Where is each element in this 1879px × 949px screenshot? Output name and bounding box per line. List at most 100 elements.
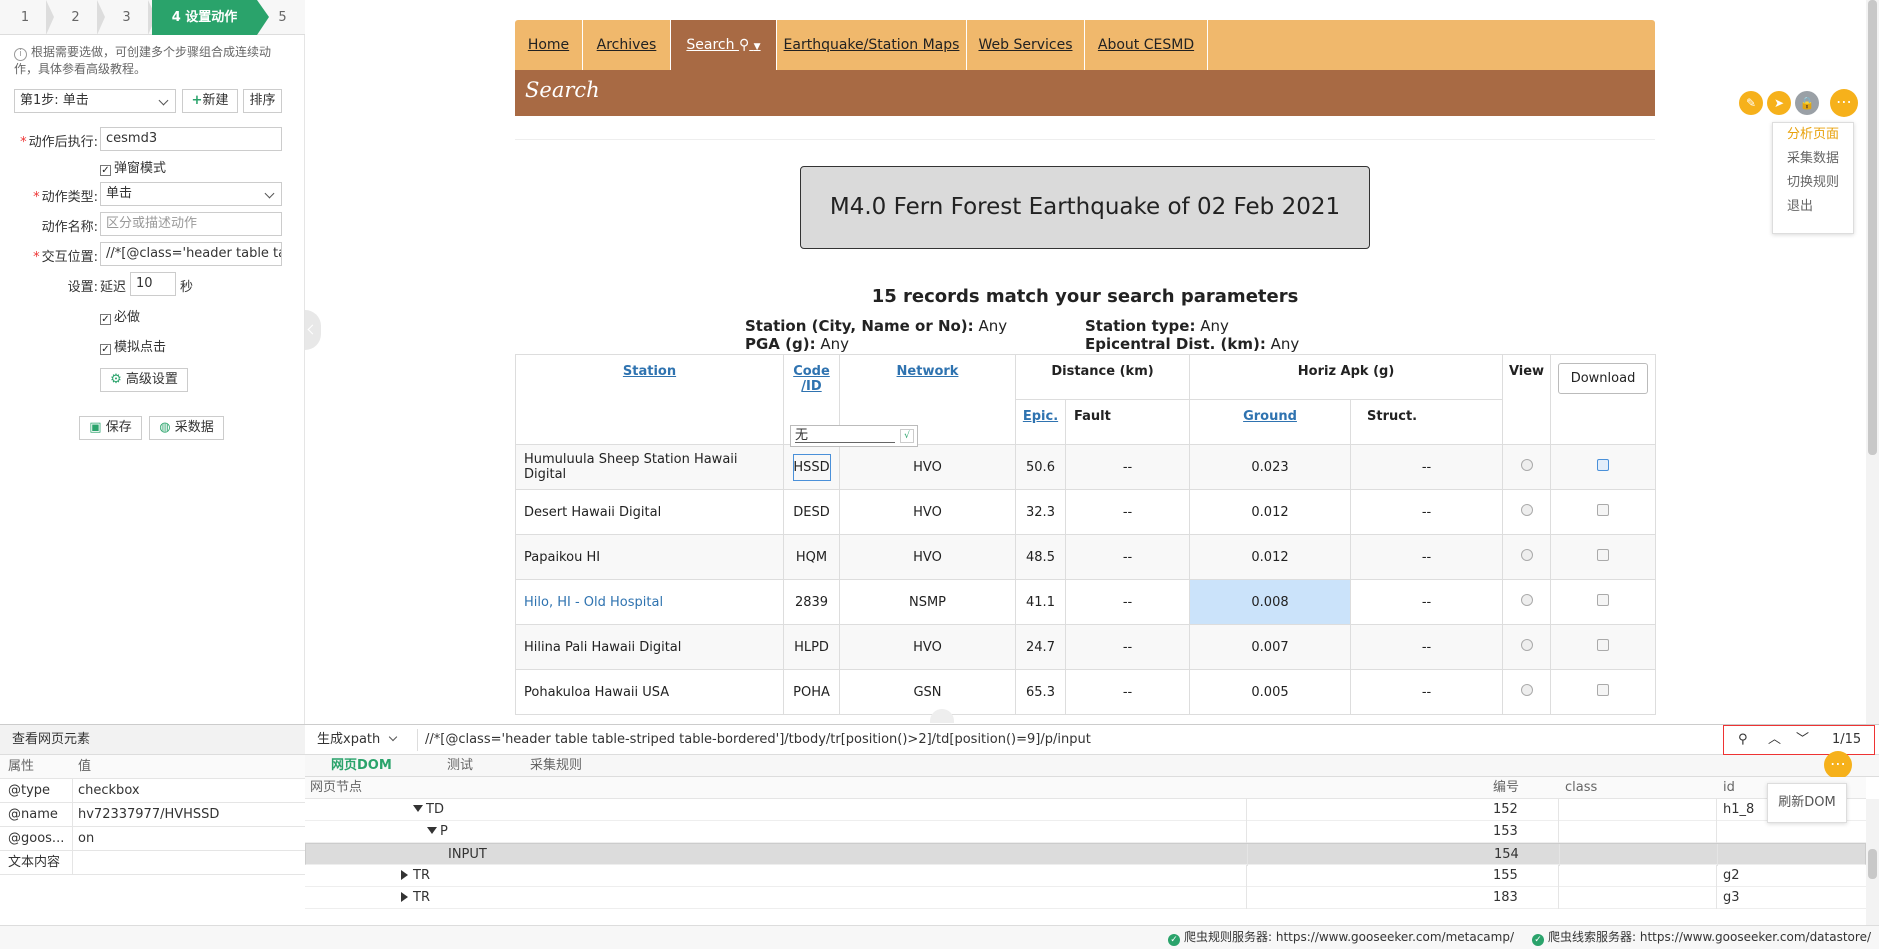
- step-3-tab[interactable]: 3: [101, 0, 156, 35]
- view-radio[interactable]: [1520, 504, 1533, 516]
- action-type-select[interactable]: 单击: [100, 182, 282, 206]
- view-radio[interactable]: [1520, 639, 1533, 651]
- refresh-dom-button[interactable]: 刷新DOM: [1767, 783, 1847, 823]
- interact-position-input[interactable]: //*[@class='header table tab: [100, 242, 282, 266]
- view-radio[interactable]: [1520, 594, 1533, 606]
- menu-analyze-page[interactable]: 分析页面: [1773, 123, 1853, 147]
- network-cell: HVO: [839, 534, 1016, 580]
- step-1-tab[interactable]: 1: [0, 0, 54, 35]
- station-cell[interactable]: Hilo, HI - Old Hospital: [515, 579, 784, 625]
- save-icon: ▣: [89, 420, 102, 435]
- nav-search[interactable]: Search ⚲ ▼: [671, 20, 777, 70]
- generate-xpath-select[interactable]: 生成xpath: [317, 725, 398, 755]
- send-icon[interactable]: ➤: [1767, 91, 1791, 115]
- menu-switch-rule[interactable]: 切换规则: [1773, 171, 1853, 195]
- divider: [1558, 821, 1559, 843]
- more-icon[interactable]: ⋯: [1824, 751, 1852, 779]
- sort-button[interactable]: 排序: [243, 89, 282, 113]
- header-horiz: Horiz Apk (g): [1189, 354, 1504, 400]
- page-scrollbar-thumb[interactable]: [1868, 0, 1877, 455]
- dom-node-row[interactable]: TR 183 g3: [305, 887, 1866, 909]
- divider: [72, 851, 73, 875]
- download-checkbox[interactable]: [1597, 459, 1610, 471]
- xpath-input[interactable]: //*[@class='header table table-striped t…: [425, 725, 1091, 755]
- fault-cell: --: [1064, 669, 1191, 715]
- code-cell: HSSD: [783, 444, 840, 490]
- popup-value-input[interactable]: 无 √: [790, 425, 918, 447]
- tab-rules[interactable]: 采集规则: [530, 755, 582, 777]
- dom-node-tag: TD: [413, 799, 444, 821]
- dom-node-id: h1_8: [1723, 802, 1755, 817]
- divider: [1246, 887, 1247, 909]
- view-radio[interactable]: [1520, 549, 1533, 561]
- chevron-up-icon[interactable]: ︿: [1768, 726, 1781, 754]
- dom-node-row[interactable]: TD 152 h1_8: [305, 799, 1866, 821]
- required-checkbox[interactable]: ✓ 必做: [100, 306, 140, 325]
- search-icon[interactable]: ⚲: [1738, 726, 1748, 754]
- divider: [72, 803, 73, 827]
- step-2-tab[interactable]: 2: [50, 0, 105, 35]
- delay-input[interactable]: 10: [130, 272, 176, 296]
- header-epic[interactable]: Epic.: [1015, 399, 1066, 445]
- download-checkbox[interactable]: [1597, 549, 1610, 561]
- after-action-label: * 动作后执行:: [20, 135, 98, 150]
- chevron-down-icon[interactable]: ﹀: [1796, 726, 1809, 754]
- nav-archives[interactable]: Archives: [583, 20, 671, 70]
- expanded-arrow-icon[interactable]: [413, 805, 423, 812]
- dom-scrollbar-thumb[interactable]: [1868, 849, 1877, 879]
- divider: [1716, 821, 1717, 843]
- step-select[interactable]: 第1步: 单击: [14, 89, 176, 113]
- new-step-button[interactable]: +新建: [182, 89, 238, 113]
- header-ground[interactable]: Ground: [1189, 399, 1352, 445]
- step-5-tab[interactable]: 5: [260, 0, 305, 35]
- download-cell: [1550, 444, 1657, 490]
- nav-about[interactable]: About CESMD: [1085, 20, 1208, 70]
- download-checkbox[interactable]: [1597, 594, 1610, 606]
- collect-data-button[interactable]: ◍ 采数据: [149, 416, 224, 440]
- expanded-arrow-icon[interactable]: [427, 827, 437, 834]
- dom-scrollbar[interactable]: [1866, 799, 1879, 925]
- collapsed-arrow-icon[interactable]: [401, 892, 408, 902]
- dom-node-row[interactable]: P 153: [305, 821, 1866, 843]
- dom-node-row[interactable]: TR 155 g2: [305, 865, 1866, 887]
- view-radio[interactable]: [1520, 459, 1533, 471]
- collapsed-arrow-icon[interactable]: [401, 870, 408, 880]
- dom-node-row[interactable]: INPUT 154: [305, 843, 1866, 866]
- simulate-click-checkbox[interactable]: ✓ 模拟点击: [100, 336, 166, 355]
- tab-test[interactable]: 测试: [447, 755, 473, 777]
- collapse-panel-handle[interactable]: [305, 310, 321, 350]
- after-action-input[interactable]: cesmd3: [100, 127, 282, 151]
- underline: [795, 442, 895, 443]
- download-checkbox[interactable]: [1597, 684, 1610, 696]
- nav-home[interactable]: Home: [515, 20, 583, 70]
- more-icon[interactable]: ⋯: [1830, 89, 1858, 117]
- header-station[interactable]: Station: [515, 354, 784, 445]
- nav-web-services[interactable]: Web Services: [967, 20, 1085, 70]
- edit-pencil-icon[interactable]: ✎: [1739, 91, 1763, 115]
- menu-collect-data[interactable]: 采集数据: [1773, 147, 1853, 171]
- struct-cell: --: [1350, 534, 1504, 580]
- menu-exit[interactable]: 退出: [1773, 195, 1853, 219]
- save-button[interactable]: ▣ 保存: [79, 416, 142, 440]
- step-4-tab[interactable]: 4 设置动作: [152, 0, 269, 35]
- download-button[interactable]: Download: [1557, 363, 1649, 394]
- lock-icon[interactable]: 🔒: [1795, 91, 1819, 115]
- divider: [1716, 865, 1717, 887]
- confirm-check-icon[interactable]: √: [900, 429, 914, 443]
- download-checkbox[interactable]: [1597, 639, 1610, 651]
- header-struct: Struct.: [1350, 399, 1504, 445]
- nav-maps[interactable]: Earthquake/Station Maps: [777, 20, 967, 70]
- download-checkbox[interactable]: [1597, 504, 1610, 516]
- popup-mode-checkbox[interactable]: ✓ 弹窗模式: [100, 157, 166, 176]
- attr-row: 文本内容: [0, 851, 305, 875]
- fault-cell: --: [1064, 534, 1191, 580]
- view-radio[interactable]: [1520, 684, 1533, 696]
- station-cell: Pohakuloa Hawaii USA: [515, 669, 784, 715]
- action-name-input[interactable]: 区分或描述动作: [100, 212, 282, 236]
- page-scrollbar[interactable]: [1866, 0, 1879, 724]
- tab-dom[interactable]: 网页DOM: [331, 755, 392, 777]
- ground-cell: 0.023: [1189, 444, 1352, 490]
- action-type-label: * 动作类型:: [33, 190, 98, 205]
- advanced-settings-button[interactable]: ⚙ 高级设置: [100, 368, 188, 392]
- divider: [1246, 799, 1247, 821]
